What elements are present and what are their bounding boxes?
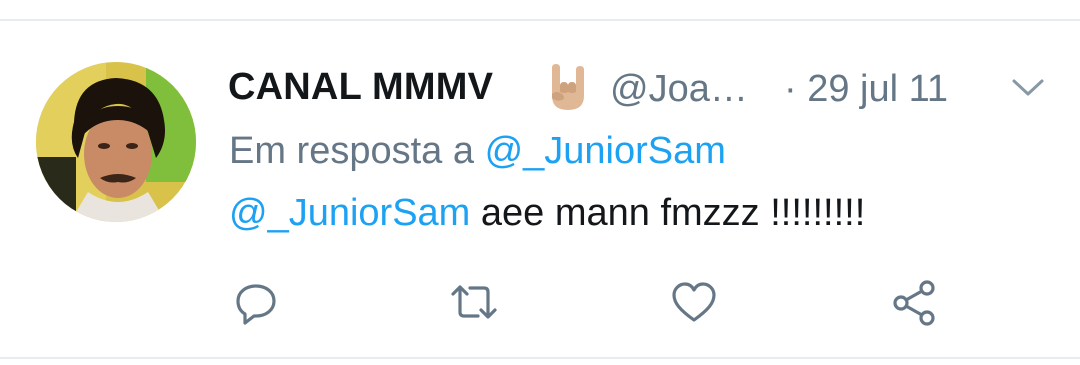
- retweet-icon: [450, 285, 498, 330]
- reply-button[interactable]: [232, 278, 280, 326]
- reply-context: Em resposta a @_JuniorSam: [229, 130, 726, 173]
- reply-prefix: Em resposta a: [229, 130, 474, 172]
- retweet-button[interactable]: [450, 278, 498, 326]
- reply-to-mention[interactable]: @_JuniorSam: [485, 130, 726, 172]
- tweet[interactable]: CANAL MMMV @Joa… · 29 jul 11 Em resposta…: [0, 0, 1080, 365]
- bottom-divider: [0, 357, 1080, 359]
- display-name[interactable]: CANAL MMMV: [228, 66, 493, 109]
- like-button[interactable]: [670, 278, 718, 326]
- tweet-date[interactable]: · 29 jul 11: [784, 68, 948, 111]
- avatar[interactable]: [36, 62, 196, 222]
- tweet-header: CANAL MMMV @Joa… · 29 jul 11: [228, 58, 1044, 118]
- share-button[interactable]: [890, 278, 938, 326]
- share-icon: [890, 280, 938, 330]
- chevron-down-icon[interactable]: [1010, 76, 1046, 100]
- user-handle[interactable]: @Joa…: [610, 68, 748, 111]
- tweet-text: @_JuniorSam aee mann fmzzz !!!!!!!!!: [229, 192, 865, 235]
- reply-icon: [232, 284, 280, 330]
- tweet-body: aee mann fmzzz !!!!!!!!!: [470, 192, 866, 234]
- sign-of-the-horns-icon: [546, 64, 590, 112]
- like-icon: [670, 282, 718, 330]
- text-mention[interactable]: @_JuniorSam: [229, 192, 470, 234]
